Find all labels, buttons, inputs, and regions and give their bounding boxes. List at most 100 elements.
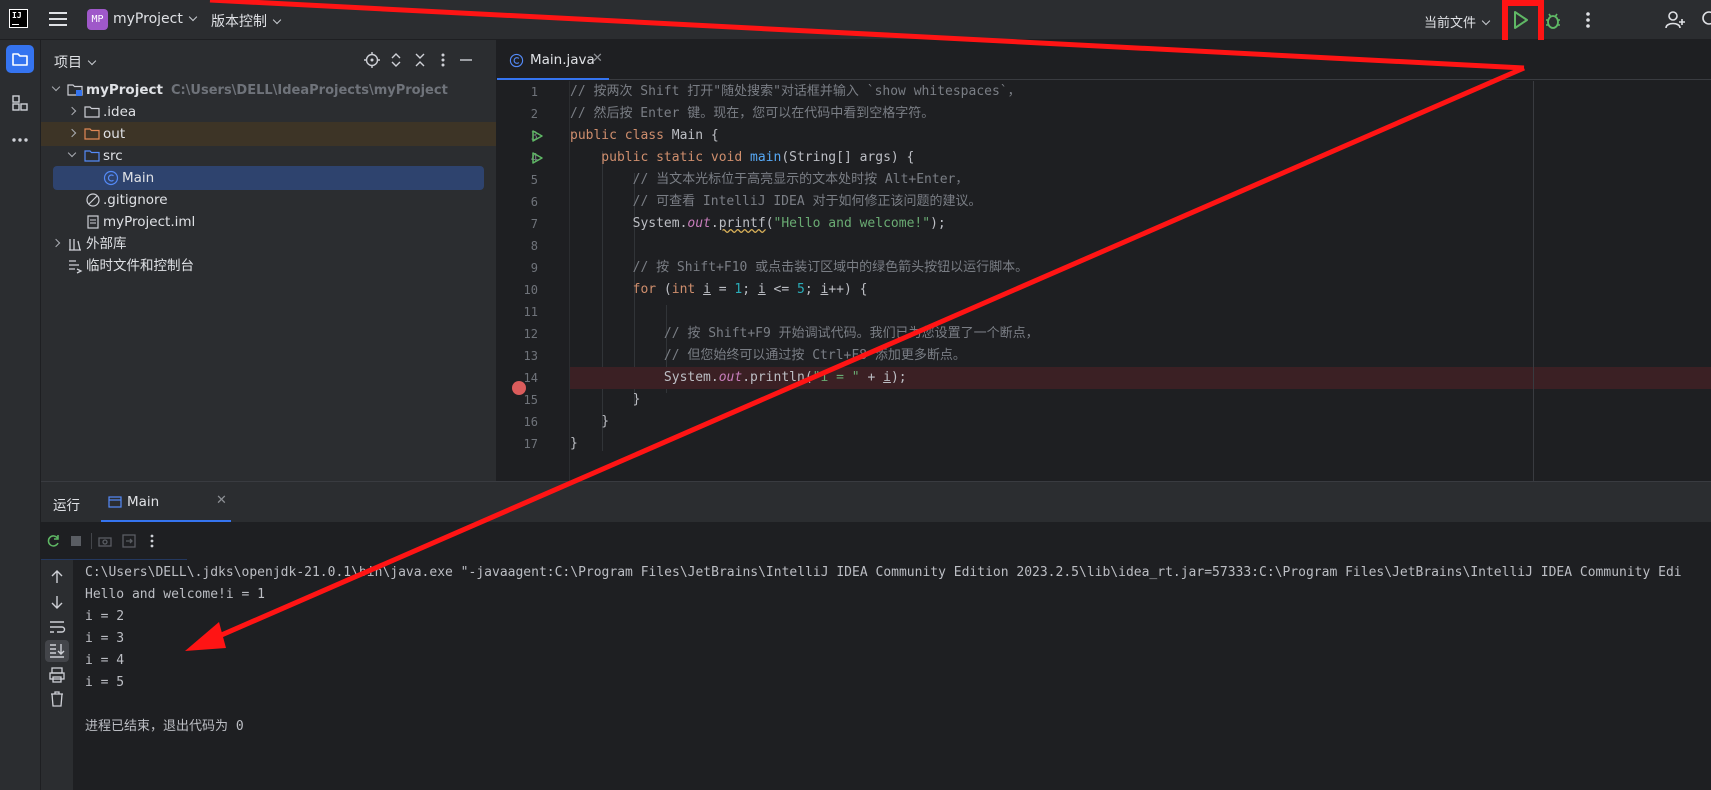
code-line-7: System.out.printf("Hello and welcome!"); <box>570 216 946 231</box>
tree-item-myproject[interactable]: myProject C:\Users\DELL\IdeaProjects\myPr… <box>41 78 496 102</box>
code-line-10: for (int i = 1; i <= 5; i++) { <box>570 282 868 297</box>
line-number: 2 <box>530 107 538 121</box>
title-bar: IJ MP myProject 版本控制 当前文件 <box>0 0 1711 55</box>
tree-item-src[interactable]: src <box>41 144 496 168</box>
right-margin-guide <box>1533 81 1534 481</box>
chevron-down-icon <box>272 15 282 25</box>
console-line: Hello and welcome!i = 1 <box>85 587 266 602</box>
code-area[interactable]: // 按两次 Shift 打开"随处搜索"对话框并输入 `show whites… <box>569 81 1711 481</box>
close-tab-icon[interactable]: ✕ <box>216 493 227 508</box>
console-line: i = 3 <box>85 631 125 646</box>
line-number: 1 <box>530 85 538 99</box>
run-panel-title: 运行 <box>53 498 80 514</box>
ellipsis-icon <box>12 138 28 142</box>
run-gutter-icon[interactable] <box>530 151 544 165</box>
console-line: i = 2 <box>85 609 125 624</box>
chevron-down-icon <box>87 56 97 66</box>
main-menu-icon[interactable] <box>49 12 67 26</box>
scroll-down-icon[interactable] <box>45 591 69 613</box>
console-line: i = 5 <box>85 675 125 690</box>
line-number: 9 <box>530 261 538 275</box>
line-number: 5 <box>530 173 538 187</box>
code-line-15: } <box>570 392 641 407</box>
print-icon[interactable] <box>45 664 69 686</box>
project-view-selector[interactable]: 项目 <box>54 52 97 72</box>
close-tab-icon[interactable]: ✕ <box>592 51 603 66</box>
run-config-selector[interactable]: 当前文件 <box>1424 12 1491 31</box>
add-user-icon[interactable] <box>1662 7 1688 33</box>
code-line-17: } <box>570 436 578 451</box>
source-folder-icon <box>84 150 100 162</box>
collapse-all-icon[interactable] <box>411 51 429 69</box>
code-line-1: // 按两次 Shift 打开"随处搜索"对话框并输入 `show whites… <box>570 84 1021 99</box>
expand-all-icon[interactable] <box>387 51 405 69</box>
excluded-folder-icon <box>84 128 100 140</box>
project-selector[interactable]: myProject <box>113 11 198 27</box>
tree-item-out[interactable]: out <box>41 122 496 146</box>
console-icon <box>108 496 122 508</box>
tree-item-external-libraries[interactable]: 外部库 <box>41 232 496 256</box>
code-editor: Main.java ✕ 1 2 3 4 5 6 7 8 9 10 11 12 1… <box>497 40 1711 481</box>
console-line: 进程已结束，退出代码为 0 <box>85 719 244 734</box>
code-line-6: // 可查看 IntelliJ IDEA 对于如何修正该问题的建议。 <box>570 194 982 209</box>
library-icon <box>69 239 81 251</box>
run-toolbar <box>41 522 1711 560</box>
intellij-logo-icon[interactable]: IJ <box>9 9 28 28</box>
rerun-icon[interactable] <box>45 533 61 549</box>
editor-tab-bar: Main.java ✕ <box>497 40 1711 80</box>
code-line-3: public class Main { <box>570 128 719 143</box>
code-line-4: public static void main(String[] args) { <box>570 150 915 165</box>
search-icon[interactable] <box>1698 7 1711 33</box>
tree-item-scratches[interactable]: 临时文件和控制台 <box>41 254 496 278</box>
breakpoint-icon[interactable] <box>511 380 527 396</box>
chevron-down-icon <box>1481 16 1491 26</box>
line-number: 7 <box>530 217 538 231</box>
line-number: 11 <box>523 305 538 319</box>
folder-icon <box>12 53 28 66</box>
camera-icon[interactable] <box>97 533 113 549</box>
run-gutter-icon[interactable] <box>530 129 544 143</box>
tree-item-main[interactable]: Main <box>53 166 484 190</box>
line-number: 12 <box>523 327 538 341</box>
tree-item-gitignore[interactable]: .gitignore <box>41 188 496 212</box>
stop-icon[interactable] <box>68 533 84 549</box>
scratches-icon <box>69 260 83 274</box>
locate-file-icon[interactable] <box>363 51 381 69</box>
module-folder-icon <box>67 84 83 96</box>
more-options-icon[interactable] <box>1575 7 1601 33</box>
folder-icon <box>84 106 100 118</box>
code-line-5: // 当文本光标位于高亮显示的文本处时按 Alt+Enter， <box>570 172 969 187</box>
code-line-16: } <box>570 414 610 429</box>
more-options-icon[interactable] <box>144 533 160 549</box>
tab-run-main[interactable]: Main ✕ <box>101 482 231 522</box>
project-panel-header: 项目 <box>41 40 497 82</box>
code-line-9: // 按 Shift+F10 或点击装订区域中的绿色箭头按钮以运行脚本。 <box>570 260 1029 275</box>
tab-main-java[interactable]: Main.java ✕ <box>497 40 609 80</box>
chevron-right-icon <box>67 128 77 138</box>
scroll-up-icon[interactable] <box>45 566 69 588</box>
structure-tool-button[interactable] <box>6 89 34 117</box>
options-icon[interactable] <box>434 51 452 69</box>
line-number: 10 <box>523 283 538 297</box>
soft-wrap-icon[interactable] <box>45 616 69 638</box>
vcs-menu[interactable]: 版本控制 <box>211 11 282 31</box>
hide-panel-icon[interactable] <box>457 51 475 69</box>
console-output[interactable]: C:\Users\DELL\.jdks\openjdk-21.0.1\bin\j… <box>73 560 1711 790</box>
java-class-icon <box>509 53 524 68</box>
project-badge[interactable]: MP <box>87 9 108 30</box>
line-number: 6 <box>530 195 538 209</box>
trash-icon[interactable] <box>45 688 69 710</box>
tree-item-iml[interactable]: myProject.iml <box>41 210 496 234</box>
exit-icon[interactable] <box>121 533 137 549</box>
scroll-to-end-icon[interactable] <box>45 640 69 662</box>
chevron-down-icon <box>51 82 61 92</box>
structure-icon <box>12 95 28 111</box>
line-number: 13 <box>523 349 538 363</box>
more-tools-button[interactable] <box>6 126 34 154</box>
chevron-right-icon <box>51 238 61 248</box>
left-tool-strip <box>0 40 41 790</box>
project-tool-button[interactable] <box>6 45 34 73</box>
chevron-down-icon <box>67 148 77 158</box>
tree-item-idea[interactable]: .idea <box>41 100 496 124</box>
code-line-12: // 按 Shift+F9 开始调试代码。我们已为您设置了一个断点， <box>570 326 1039 341</box>
